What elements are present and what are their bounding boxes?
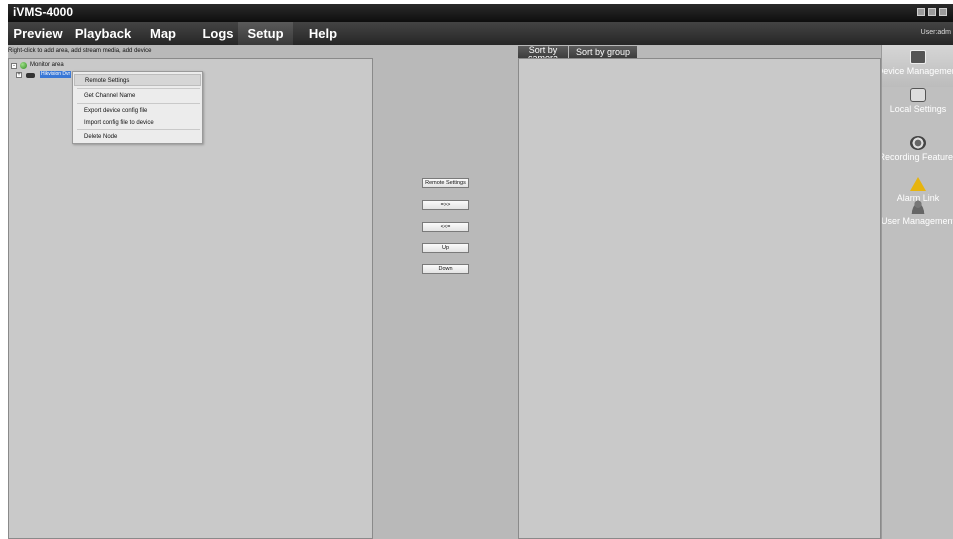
title-bar: iVMS-4000 [8,4,953,22]
ctx-separator [77,129,200,130]
sidebar-label: Local Settings [889,104,947,114]
globe-icon [20,62,27,69]
tree-expand-icon[interactable]: + [16,72,22,78]
ctx-separator [77,103,200,104]
camera-icon [26,73,35,78]
window-controls [917,8,947,16]
menu-preview[interactable]: Preview [8,22,68,45]
sidebar-item-recording-features[interactable]: Recording Features [882,131,953,171]
app-window: iVMS-4000 Preview Playback Map Logs Setu… [8,4,953,539]
tree-node-monitor-area[interactable]: Monitor area [30,61,64,69]
move-up-button[interactable]: Up [422,243,469,253]
ctx-separator [77,88,200,89]
move-left-button[interactable]: <<= [422,222,469,232]
sidebar-item-local-settings[interactable]: Local Settings [882,83,953,123]
tree-collapse-icon[interactable]: - [11,63,17,69]
main-menu-bar: Preview Playback Map Logs Setup Help Use… [8,22,953,45]
app-title: iVMS-4000 [13,5,74,19]
ctx-delete-node[interactable]: Delete Node [74,131,201,143]
close-icon[interactable] [939,8,947,16]
tree-node-device[interactable]: Hikvision Dvr [40,71,72,78]
user-icon [910,200,926,214]
monitor-icon [910,50,926,64]
sidebar-label: Device Management [882,66,953,76]
move-right-button[interactable]: =>> [422,200,469,210]
instruction-text: Right-click to add area, add stream medi… [8,48,152,54]
menu-setup[interactable]: Setup [238,22,293,45]
film-reel-icon [910,136,926,150]
move-down-button[interactable]: Down [422,264,469,274]
sidebar-item-device-management[interactable]: Device Management [882,45,953,87]
ctx-remote-settings[interactable]: Remote Settings [74,74,201,86]
warning-icon [910,177,926,191]
menu-help[interactable]: Help [298,22,348,45]
user-label: User:adm [920,29,951,36]
menu-map[interactable]: Map [138,22,188,45]
sidebar-label: Recording Features [881,152,953,162]
camera-list-panel[interactable] [518,58,881,539]
context-menu: Remote Settings Get Channel Name Export … [72,71,203,144]
ctx-get-channel-name[interactable]: Get Channel Name [74,90,201,102]
setup-sidebar: Device Management Local Settings Recordi… [881,45,953,539]
remote-settings-button[interactable]: Remote Settings [422,178,469,188]
lock-icon[interactable] [917,8,925,16]
minimize-icon[interactable] [928,8,936,16]
menu-playback[interactable]: Playback [68,22,138,45]
sidebar-label: User Management [881,216,953,226]
camera-settings-icon [910,88,926,102]
ctx-export-config[interactable]: Export device config file [74,105,201,117]
sidebar-item-user-management[interactable]: User Management [882,195,953,235]
ctx-import-config[interactable]: Import config file to device [74,117,201,129]
